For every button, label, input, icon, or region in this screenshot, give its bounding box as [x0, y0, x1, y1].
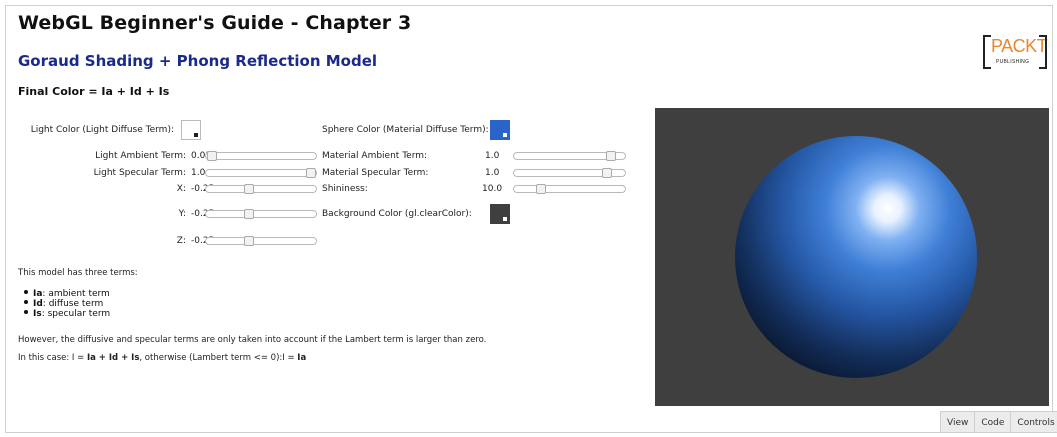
- material-specular-label: Material Specular Term:: [322, 168, 429, 178]
- picker-corner-icon: [194, 133, 198, 137]
- bullet-icon: [24, 290, 28, 294]
- term-is: Is: specular term: [24, 309, 110, 319]
- sphere: [735, 136, 977, 378]
- slider-thumb[interactable]: [602, 168, 612, 178]
- sphere-color-picker[interactable]: [490, 120, 510, 140]
- case-middle: , otherwise (Lambert term <= 0):I =: [139, 353, 298, 363]
- page-title: WebGL Beginner's Guide - Chapter 3: [18, 12, 412, 34]
- terms-list: Ia: ambient term Id: diffuse term Is: sp…: [24, 289, 110, 319]
- model-intro: This model has three terms:: [18, 268, 138, 278]
- background-color-picker[interactable]: [490, 204, 510, 224]
- light-ambient-label: Light Ambient Term:: [95, 151, 186, 161]
- slider-thumb[interactable]: [606, 151, 616, 161]
- case-prefix: In this case: I =: [18, 353, 87, 363]
- slider-thumb[interactable]: [207, 151, 217, 161]
- webgl-canvas[interactable]: [655, 108, 1049, 406]
- light-ambient-slider[interactable]: [205, 151, 317, 161]
- term-text: : specular term: [41, 309, 111, 319]
- term-id: Id: diffuse term: [24, 299, 110, 309]
- page-subtitle: Goraud Shading + Phong Reflection Model: [18, 52, 378, 70]
- slider-thumb[interactable]: [244, 209, 254, 219]
- packt-logo: PACKT PUBLISHING: [983, 35, 1048, 69]
- term-text: : ambient term: [42, 289, 110, 299]
- slider-thumb[interactable]: [306, 168, 316, 178]
- y-slider[interactable]: [205, 209, 317, 219]
- term-text: : diffuse term: [42, 299, 104, 309]
- light-color-label: Light Color (Light Diffuse Term):: [30, 125, 174, 135]
- term-ia: Ia: ambient term: [24, 289, 110, 299]
- slider-thumb[interactable]: [244, 184, 254, 194]
- tab-controls[interactable]: Controls: [1010, 411, 1057, 433]
- shininess-slider[interactable]: [513, 184, 626, 194]
- case-formula-line: In this case: I = Ia + Id + Is, otherwis…: [18, 353, 306, 363]
- logo-subtext: PUBLISHING: [996, 59, 1030, 65]
- material-specular-value: 1.0: [485, 168, 500, 178]
- sphere-color-label: Sphere Color (Material Diffuse Term):: [322, 125, 489, 135]
- shininess-label: Shininess:: [322, 184, 368, 194]
- slider-thumb[interactable]: [536, 184, 546, 194]
- material-specular-slider[interactable]: [513, 168, 626, 178]
- material-ambient-value: 1.0: [485, 151, 500, 161]
- material-ambient-label: Material Ambient Term:: [322, 151, 428, 161]
- case-end: Ia: [297, 353, 307, 363]
- background-color-label: Background Color (gl.clearColor):: [322, 209, 472, 219]
- tab-code[interactable]: Code: [974, 411, 1012, 433]
- lambert-note: However, the diffusive and specular term…: [18, 335, 487, 345]
- light-color-picker[interactable]: [181, 120, 201, 140]
- logo-bracket-left: [983, 35, 991, 69]
- tab-view[interactable]: View: [940, 411, 976, 433]
- picker-corner-icon: [503, 217, 507, 221]
- light-specular-label: Light Specular Term:: [93, 168, 186, 178]
- bullet-icon: [24, 300, 28, 304]
- term-name: Is: [33, 309, 42, 319]
- view-tabs: View Code Controls: [940, 411, 1057, 433]
- shininess-value: 10.0: [482, 184, 503, 194]
- term-name: Id: [33, 299, 43, 309]
- x-label: X:: [176, 184, 186, 194]
- x-slider[interactable]: [205, 184, 317, 194]
- light-specular-value: 1.0: [191, 168, 206, 178]
- y-label: Y:: [178, 209, 186, 219]
- picker-corner-icon: [503, 133, 507, 137]
- term-name: Ia: [33, 289, 43, 299]
- logo-bracket-right: [1039, 35, 1047, 69]
- z-slider[interactable]: [205, 236, 317, 246]
- sphere-render: [735, 136, 977, 378]
- bullet-icon: [24, 310, 28, 314]
- z-label: Z:: [176, 236, 186, 246]
- case-formula: Ia + Id + Is: [86, 353, 140, 363]
- slider-thumb[interactable]: [244, 236, 254, 246]
- final-color-formula: Final Color = Ia + Id + Is: [18, 85, 170, 98]
- light-specular-slider[interactable]: [205, 168, 317, 178]
- material-ambient-slider[interactable]: [513, 151, 626, 161]
